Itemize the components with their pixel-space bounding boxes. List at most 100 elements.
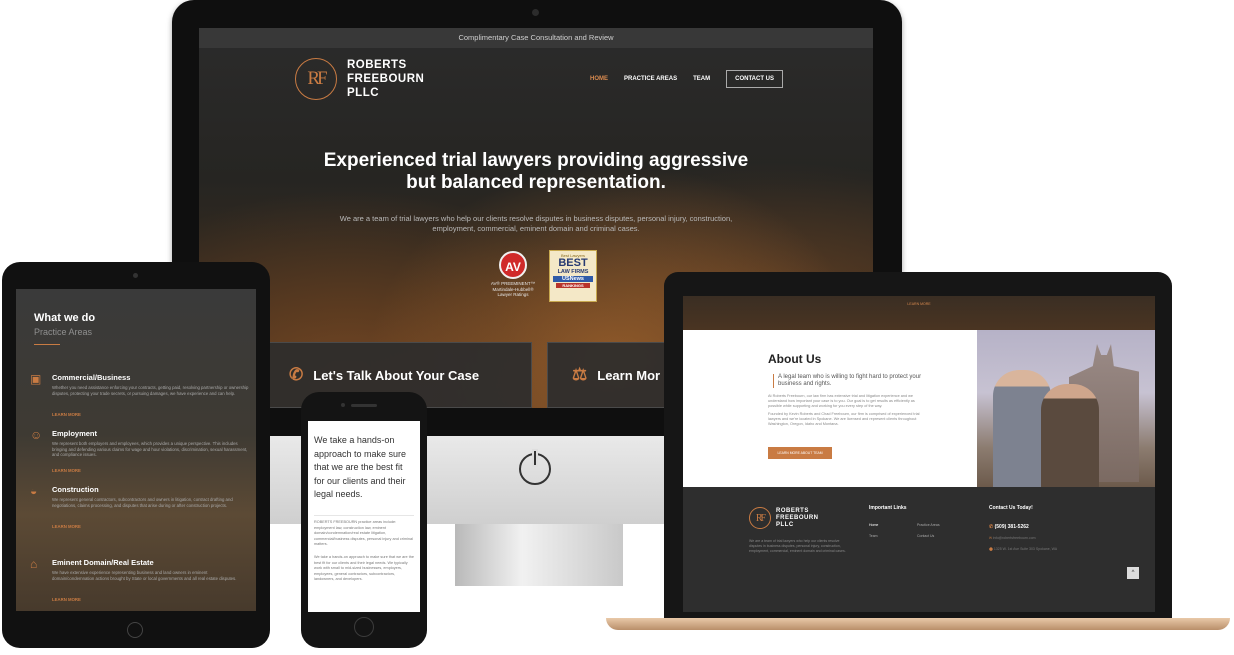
learn-more-about-team-button[interactable]: LEARN MORE ABOUT TEAM (768, 447, 832, 459)
tablet: What we do Practice Areas ▣ Commercial/B… (2, 262, 270, 648)
footer-description: We are a team of trial lawyers who help … (749, 539, 846, 553)
service-description: Whether you need assistance enforcing yo… (52, 385, 249, 396)
footer-email-link[interactable]: ✉ info@robertsfreebourn.com (989, 536, 1036, 540)
smartphone: We take a hands-on approach to make sure… (301, 392, 427, 648)
cta-label: Learn Mor (597, 367, 661, 383)
about-title: About Us (768, 352, 822, 366)
nav-contact-us-button[interactable]: CONTACT US (726, 70, 783, 88)
hardhat-icon: ◒ (30, 484, 38, 498)
chat-icon: ✆ (289, 365, 304, 384)
power-icon (519, 451, 551, 485)
av-mark: AV (499, 251, 527, 279)
learn-more-link[interactable]: LEARN MORE (52, 412, 81, 417)
av-rating-badge: AV AV® PREEMINENT™ Martindale-Hubbell® L… (481, 251, 545, 298)
service-title: Construction (52, 485, 99, 494)
hero-title-line: Experienced trial lawyers providing aggr… (323, 150, 749, 171)
footer-phone-link[interactable]: ✆ (509) 381-5262 (989, 524, 1029, 530)
logo-line: FREEBOURN (347, 73, 425, 85)
learn-more-strip: LEARN MORE (683, 296, 1155, 330)
footer-phone: (509) 381-5262 (994, 524, 1029, 530)
footer-link-home[interactable]: Home (869, 523, 878, 527)
hero-title-line: but balanced representation. (406, 172, 666, 193)
service-description: We represent general contractors, subcon… (52, 497, 233, 508)
service-description: We have extensive experience representin… (52, 570, 237, 581)
badge-line: LAW FIRMS (557, 269, 589, 275)
best-law-firms-badge: Best Lawyers BEST LAW FIRMS USNews RANKI… (549, 250, 597, 302)
learn-more-link[interactable]: LEARN MORE (907, 302, 930, 306)
footer-address-text: 1325 W. 1st Ave Suite 303 Spokane, WA (993, 547, 1058, 551)
badge-line: RANKINGS (556, 283, 590, 288)
logo-line: PLLC (776, 521, 794, 528)
divider (314, 515, 414, 516)
footer-link-team[interactable]: Team (869, 534, 878, 538)
back-to-top-button[interactable]: ^ (1127, 567, 1139, 579)
service-title: Eminent Domain/Real Estate (52, 558, 154, 567)
learn-more-link[interactable]: LEARN MORE (52, 597, 81, 602)
speaker (351, 404, 377, 407)
scales-icon: ⚖ (572, 365, 588, 384)
logo-line: FREEBOURN (776, 514, 819, 521)
about-paragraph: Founded by Kevin Roberts and Chad Freebo… (768, 412, 920, 426)
service-description: We represent both employers and employee… (52, 441, 248, 457)
title-underline (34, 344, 60, 345)
learn-more-link[interactable]: LEARN MORE (52, 524, 81, 529)
av-line: Lawyer Ratings (497, 292, 529, 297)
team-photo (977, 330, 1155, 487)
laptop-base (606, 618, 1230, 630)
contact-heading: Contact Us Today! (989, 505, 1033, 511)
attorney-image (1041, 384, 1099, 487)
av-badge-text: AV® PREEMINENT™ Martindale-Hubbell® Lawy… (481, 281, 545, 298)
device-mockup-stage: Complimentary Case Consultation and Revi… (0, 0, 1234, 655)
about-lead: A legal team who is willing to fight har… (773, 374, 923, 388)
home-button (354, 617, 374, 637)
about-body: At Roberts Freebourn, our law firm has e… (768, 394, 920, 427)
logo-mark: RF (295, 58, 337, 100)
phone-paragraph: ROBERTS FREEBOURN practice areas include… (314, 520, 413, 546)
laptop: LEARN MORE About Us A legal team who is … (664, 272, 1172, 620)
footer-link-contact-us[interactable]: Contact Us (917, 534, 934, 538)
footer-logo[interactable]: RF ROBERTS FREEBOURN PLLC (749, 507, 819, 529)
top-bar: Complimentary Case Consultation and Revi… (199, 28, 873, 48)
main-nav: HOME PRACTICE AREAS TEAM CONTACT US (590, 70, 783, 88)
logo-line: ROBERTS (776, 507, 809, 514)
learn-more-link[interactable]: LEARN MORE (52, 468, 81, 473)
logo-text: ROBERTS FREEBOURN PLLC (347, 58, 424, 100)
about-section: About Us A legal team who is willing to … (683, 330, 1155, 487)
phone-paragraph: We take a hands-on approach to make sure… (314, 555, 414, 581)
nav-practice-areas[interactable]: PRACTICE AREAS (624, 76, 677, 82)
camera (341, 403, 345, 407)
hero-subtitle: We are a team of trial lawyers who help … (339, 214, 733, 233)
hero-title: Experienced trial lawyers providing aggr… (199, 150, 873, 194)
laptop-screen: LEARN MORE About Us A legal team who is … (683, 296, 1155, 612)
camera (532, 9, 539, 16)
logo-line: ROBERTS (347, 59, 407, 71)
footer-link-practice-areas[interactable]: Practice Areas (917, 523, 940, 527)
service-title: Commercial/Business (52, 373, 131, 382)
what-we-do-title: What we do (34, 312, 96, 324)
person-icon: ☺ (30, 428, 43, 442)
tablet-screen: What we do Practice Areas ▣ Commercial/B… (16, 289, 256, 611)
phone-screen: We take a hands-on approach to make sure… (308, 421, 420, 612)
badge-line: BEST (558, 257, 588, 269)
house-icon: ⌂ (30, 557, 38, 571)
monitor-stand (455, 524, 623, 586)
site-logo[interactable]: RF ROBERTS FREEBOURN PLLC (295, 58, 424, 100)
about-paragraph: At Roberts Freebourn, our law firm has e… (768, 394, 915, 408)
logo-line: PLLC (347, 87, 380, 99)
nav-home[interactable]: HOME (590, 76, 608, 82)
footer-email: info@robertsfreebourn.com (992, 536, 1036, 540)
badge-line: USNews (553, 276, 593, 282)
cta-label: Let's Talk About Your Case (313, 367, 480, 383)
service-title: Employment (52, 429, 98, 438)
home-button (127, 622, 143, 638)
briefcase-icon: ▣ (30, 372, 42, 386)
site-footer: RF ROBERTS FREEBOURN PLLC We are a team … (683, 487, 1155, 612)
phone-headline: We take a hands-on approach to make sure… (314, 435, 407, 499)
footer-address: ⬤ 1325 W. 1st Ave Suite 303 Spokane, WA (989, 547, 1057, 551)
important-links-heading: Important Links (869, 505, 907, 511)
logo-mark: RF (749, 507, 771, 529)
practice-areas-subtitle: Practice Areas (34, 327, 93, 337)
nav-team[interactable]: TEAM (693, 76, 710, 82)
camera (133, 273, 138, 278)
top-bar-text: Complimentary Case Consultation and Revi… (458, 33, 614, 42)
